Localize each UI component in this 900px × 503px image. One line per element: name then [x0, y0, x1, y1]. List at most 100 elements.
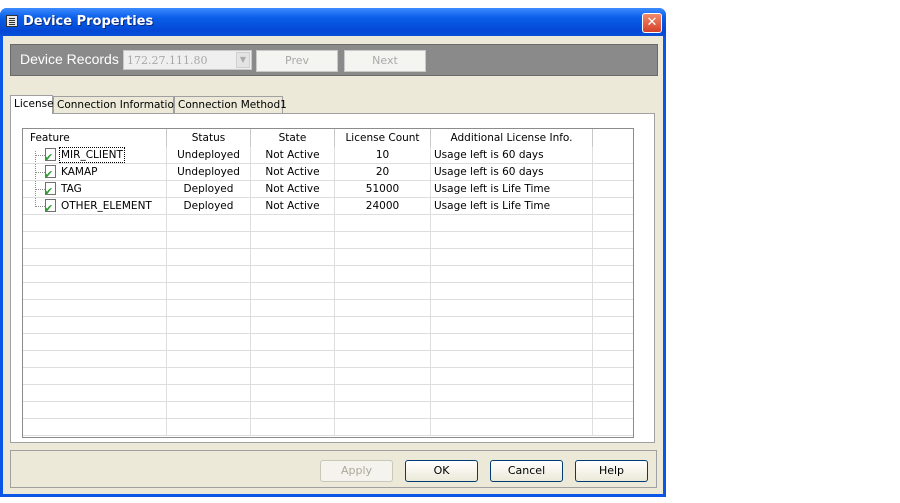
help-button[interactable]: Help [575, 460, 648, 482]
empty-cell [23, 351, 167, 367]
empty-cell [251, 402, 335, 418]
empty-row [23, 334, 633, 351]
empty-cell [167, 283, 251, 299]
license-table[interactable]: Feature Status State License Count Addit… [22, 128, 634, 438]
empty-cell [23, 283, 167, 299]
tab-container: License Connection Information Connectio… [10, 95, 655, 443]
apply-button[interactable]: Apply [320, 460, 393, 482]
empty-cell [335, 283, 431, 299]
status-cell: Undeployed [167, 147, 251, 163]
empty-cell [167, 402, 251, 418]
column-header-feature[interactable]: Feature [23, 129, 167, 147]
state-cell: Not Active [251, 181, 335, 197]
state-cell: Not Active [251, 164, 335, 180]
feature-name: TAG [61, 183, 82, 195]
device-records-label: Device Records [20, 51, 119, 67]
empty-cell [167, 368, 251, 384]
empty-cell [167, 300, 251, 316]
empty-cell [431, 266, 593, 282]
feature-cell: ✔ MIR_CLIENT [23, 147, 167, 163]
empty-cell [335, 249, 431, 265]
empty-cell [167, 419, 251, 435]
empty-cell [251, 283, 335, 299]
next-button[interactable]: Next [344, 50, 426, 72]
empty-cell [335, 300, 431, 316]
status-cell: Undeployed [167, 164, 251, 180]
device-properties-window: Device Properties ✕ Device Records 172.2… [0, 8, 666, 497]
column-header-additional-info[interactable]: Additional License Info. [431, 129, 593, 147]
column-header-license-count[interactable]: License Count [335, 129, 431, 147]
tree-connector [35, 151, 36, 163]
title-bar[interactable]: Device Properties ✕ [0, 8, 666, 36]
button-bar: Apply OK Cancel Help [10, 450, 657, 488]
empty-cell [167, 385, 251, 401]
checkmark-icon: ✔ [44, 202, 54, 214]
empty-row [23, 368, 633, 385]
empty-cell [251, 266, 335, 282]
empty-cell [251, 385, 335, 401]
empty-cell [251, 317, 335, 333]
empty-cell [431, 334, 593, 350]
table-row[interactable]: ✔ TAG Deployed Not Active 51000 Usage le… [23, 181, 633, 198]
tab-connection-method1[interactable]: Connection Method1 [174, 96, 287, 113]
ok-button[interactable]: OK [405, 460, 478, 482]
empty-cell [431, 283, 593, 299]
license-info-cell: Usage left is Life Time [431, 181, 593, 197]
license-info-cell: Usage left is Life Time [431, 198, 593, 214]
empty-row [23, 402, 633, 419]
empty-cell [23, 368, 167, 384]
empty-row [23, 283, 633, 300]
empty-row [23, 232, 633, 249]
feature-name: OTHER_ELEMENT [61, 200, 152, 212]
table-row[interactable]: ✔ MIR_CLIENT Undeployed Not Active 10 Us… [23, 147, 633, 164]
empty-cell [23, 249, 167, 265]
license-info-cell: Usage left is 60 days [431, 164, 593, 180]
feature-name: KAMAP [61, 166, 98, 178]
column-header-filler [593, 129, 633, 147]
cancel-button[interactable]: Cancel [490, 460, 563, 482]
feature-cell: ✔ OTHER_ELEMENT [23, 198, 167, 214]
empty-row [23, 266, 633, 283]
empty-cell [335, 266, 431, 282]
empty-cell [335, 368, 431, 384]
status-cell: Deployed [167, 198, 251, 214]
empty-row [23, 351, 633, 368]
chevron-down-icon[interactable]: ▼ [236, 52, 250, 68]
empty-cell [23, 266, 167, 282]
empty-cell [251, 232, 335, 248]
empty-cell [431, 317, 593, 333]
table-row[interactable]: ✔ KAMAP Undeployed Not Active 20 Usage l… [23, 164, 633, 181]
empty-cell [335, 402, 431, 418]
empty-cell [167, 351, 251, 367]
empty-cell [167, 334, 251, 350]
empty-cell [431, 215, 593, 231]
license-info-cell: Usage left is 60 days [431, 147, 593, 163]
close-button[interactable]: ✕ [642, 13, 662, 33]
empty-cell [23, 232, 167, 248]
window-title: Device Properties [23, 14, 154, 29]
column-header-state[interactable]: State [251, 129, 335, 147]
tab-license[interactable]: License [10, 95, 54, 114]
device-ip-select[interactable]: 172.27.111.80 ▼ [123, 50, 252, 70]
empty-cell [23, 385, 167, 401]
device-ip-value: 172.27.111.80 [127, 54, 208, 67]
dialog-body: Device Records 172.27.111.80 ▼ Prev Next… [3, 36, 663, 494]
tab-connection-information[interactable]: Connection Information [53, 96, 181, 113]
empty-cell [431, 249, 593, 265]
empty-cell [335, 215, 431, 231]
empty-cell [335, 317, 431, 333]
empty-cell [167, 266, 251, 282]
state-cell: Not Active [251, 198, 335, 214]
window-icon [6, 15, 18, 27]
empty-cell [23, 402, 167, 418]
table-row[interactable]: ✔ OTHER_ELEMENT Deployed Not Active 2400… [23, 198, 633, 215]
empty-cell [251, 215, 335, 231]
column-header-status[interactable]: Status [167, 129, 251, 147]
empty-cell [23, 215, 167, 231]
empty-cell [23, 300, 167, 316]
empty-cell [251, 351, 335, 367]
empty-cell [251, 300, 335, 316]
prev-button[interactable]: Prev [256, 50, 338, 72]
license-count-cell: 51000 [335, 181, 431, 197]
license-tab-panel: Feature Status State License Count Addit… [10, 113, 655, 443]
